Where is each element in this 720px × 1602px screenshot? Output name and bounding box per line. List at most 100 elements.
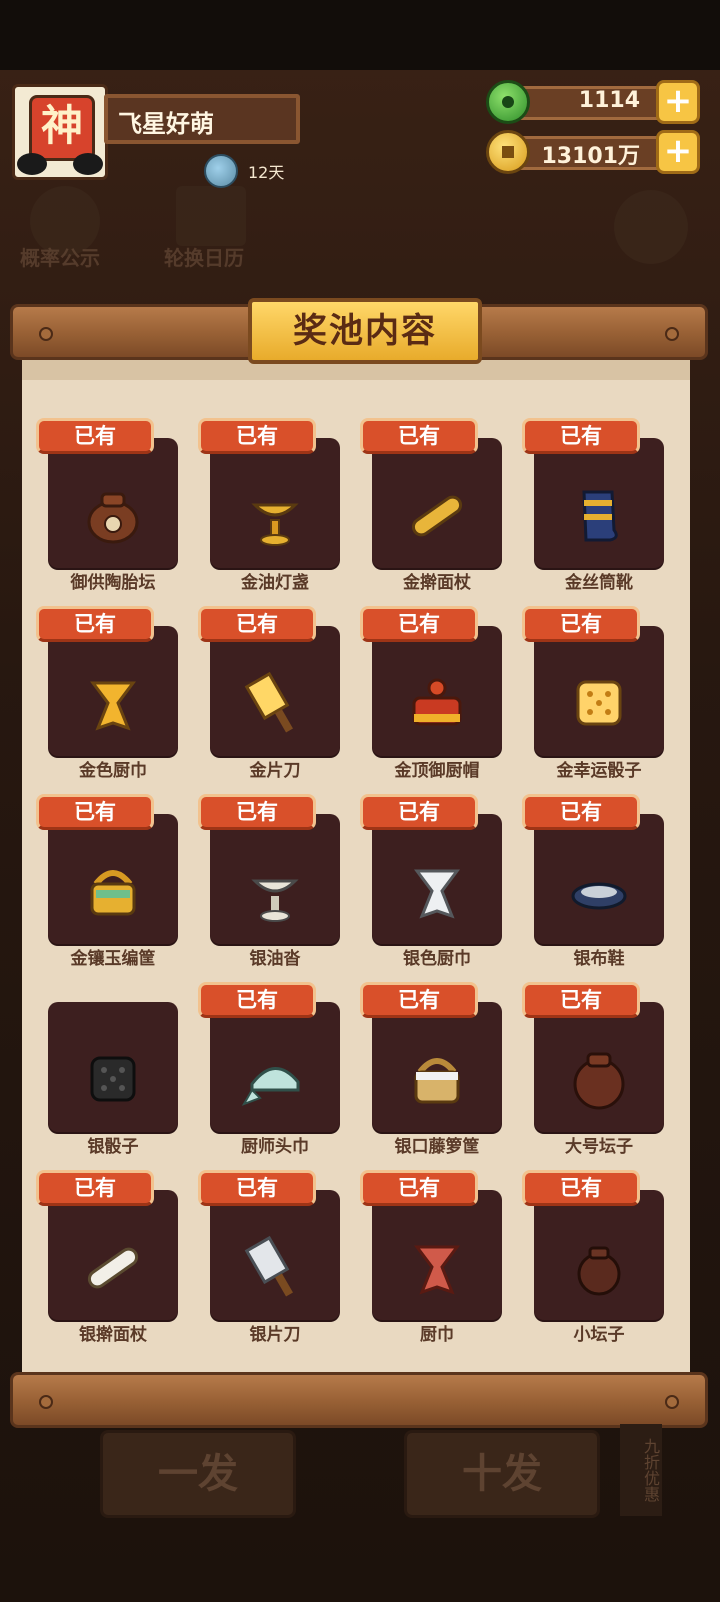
avatar-glyph: 神 — [29, 95, 95, 161]
prize-name: 金顶御厨帽 — [394, 761, 480, 781]
prize-item[interactable]: 已有 银色厨巾 — [360, 794, 526, 969]
prize-name: 银骰子 — [87, 1137, 139, 1157]
coin-icon — [486, 130, 530, 174]
jade-currency: 1114 + — [486, 80, 700, 124]
prize-item[interactable]: 已有 厨巾 — [360, 1170, 526, 1345]
prize-name: 银油沓 — [249, 949, 301, 969]
silver-oil-lamp-icon — [251, 879, 299, 922]
single-draw-label: 一发 — [158, 1451, 238, 1497]
prize-name: 厨师头巾 — [241, 1137, 309, 1157]
panda-icon — [17, 153, 47, 175]
prize-tile — [372, 814, 502, 944]
silver-rolling-pin-icon — [87, 1247, 139, 1289]
panel-title: 奖池内容 — [293, 311, 437, 351]
bowl-icon — [204, 154, 238, 188]
prize-tile — [48, 1190, 178, 1320]
prize-grid: 已有 御供陶胎坛 已有 金油灯盏 已有 金擀面杖 已有 金丝筒靴 已有 金色厨巾 已有 金片刀 已有 金顶… — [36, 418, 676, 1345]
red-scarf-icon — [414, 1245, 460, 1295]
rod-knob — [665, 327, 679, 341]
owned-badge: 已有 — [522, 606, 640, 642]
owned-badge: 已有 — [36, 606, 154, 642]
gold-rolling-pin-icon — [411, 495, 463, 537]
gold-cleaver-icon — [244, 671, 293, 733]
panda-icon — [73, 153, 103, 175]
prize-name: 厨巾 — [420, 1325, 454, 1345]
prize-item[interactable]: 已有金色厨巾 — [36, 606, 202, 781]
prize-item[interactable]: 已有 金丝筒靴 — [522, 418, 688, 593]
rod-knob — [665, 1395, 679, 1409]
small-jar-icon — [577, 1246, 621, 1296]
avatar[interactable]: 神 — [12, 84, 108, 180]
add-coins-button[interactable]: + — [656, 130, 700, 174]
days-value: 12天 — [248, 163, 285, 182]
clay-jar-icon — [87, 492, 139, 544]
ten-draw-label: 十发 — [462, 1451, 542, 1497]
prize-tile — [210, 1002, 340, 1132]
owned-badge: 已有 — [360, 982, 478, 1018]
prize-item[interactable]: 已有 大号坛子 — [522, 982, 688, 1157]
prize-name: 小坛子 — [573, 1325, 625, 1345]
prize-item[interactable]: 已有银布鞋 — [522, 794, 688, 969]
prize-item[interactable]: 已有 银口藤箩筐 — [360, 982, 526, 1157]
calendar-icon — [176, 186, 246, 246]
prize-name: 银布鞋 — [573, 949, 625, 969]
single-draw-button: 一发 — [100, 1430, 296, 1518]
prize-name: 金油灯盏 — [241, 573, 309, 593]
probability-link: 概率公示 — [20, 246, 100, 270]
days-indicator: 12天 — [204, 154, 284, 188]
ten-draw-button: 十发 — [404, 1430, 600, 1518]
owned-badge: 已有 — [522, 794, 640, 830]
owned-badge: 已有 — [360, 794, 478, 830]
rod-knob — [39, 1395, 53, 1409]
prize-item[interactable]: 已有 金顶御厨帽 — [360, 606, 526, 781]
discount-tag: 九折优惠 — [620, 1424, 662, 1516]
owned-badge: 已有 — [198, 794, 316, 830]
prize-name: 金色厨巾 — [79, 761, 147, 781]
prize-item[interactable]: 已有御供陶胎坛 — [36, 418, 202, 593]
add-jade-button[interactable]: + — [656, 80, 700, 124]
prize-tile — [210, 626, 340, 756]
prize-tile — [534, 438, 664, 568]
coin-currency: 13101万 + — [486, 130, 700, 174]
chef-headscarf-icon — [241, 1067, 300, 1106]
owned-badge: 已有 — [36, 418, 154, 454]
prize-tile — [210, 814, 340, 944]
prize-item[interactable]: 银骰子 — [40, 982, 202, 1157]
username: 飞星好萌 — [118, 110, 214, 138]
prize-item[interactable]: 已有 银片刀 — [198, 1170, 364, 1345]
username-plate: 飞星好萌 — [104, 94, 300, 144]
prize-tile — [372, 626, 502, 756]
prize-tile — [48, 1002, 178, 1132]
prize-tile — [372, 1190, 502, 1320]
prize-item[interactable]: 已有 小坛子 — [522, 1170, 688, 1345]
prize-item[interactable]: 已有金幸运骰子 — [522, 606, 688, 781]
scroll-rod-bottom — [10, 1372, 708, 1428]
prize-name: 金擀面杖 — [403, 573, 471, 593]
owned-badge: 已有 — [198, 418, 316, 454]
rod-knob — [39, 327, 53, 341]
prize-name: 银擀面杖 — [79, 1325, 147, 1345]
prize-tile — [372, 1002, 502, 1132]
owned-badge: 已有 — [198, 1170, 316, 1206]
silver-cleaver-icon — [244, 1235, 293, 1297]
prize-item[interactable]: 已有 金镶玉编筐 — [36, 794, 202, 969]
exit-icon — [614, 190, 688, 264]
prize-item[interactable]: 已有银油沓 — [198, 794, 364, 969]
prize-name: 金幸运骰子 — [556, 761, 642, 781]
prize-tile — [48, 438, 178, 568]
panel-title-plaque: 奖池内容 — [248, 298, 482, 364]
prize-item[interactable]: 已有 金片刀 — [198, 606, 364, 781]
prize-tile — [534, 814, 664, 944]
calendar-link: 轮换日历 — [164, 246, 244, 270]
gold-boot-icon — [582, 490, 618, 542]
prize-item[interactable]: 已有 厨师头巾 — [198, 982, 364, 1157]
prize-item[interactable]: 已有金油灯盏 — [198, 418, 364, 593]
prize-item[interactable]: 已有 金擀面杖 — [360, 418, 526, 593]
silver-dice-icon — [90, 1056, 136, 1102]
prize-name: 御供陶胎坛 — [70, 573, 156, 593]
silver-scarf-icon — [414, 869, 460, 919]
prize-tile — [48, 814, 178, 944]
prize-tile — [534, 1002, 664, 1132]
prize-item[interactable]: 已有 银擀面杖 — [36, 1170, 202, 1345]
prize-tile — [372, 438, 502, 568]
